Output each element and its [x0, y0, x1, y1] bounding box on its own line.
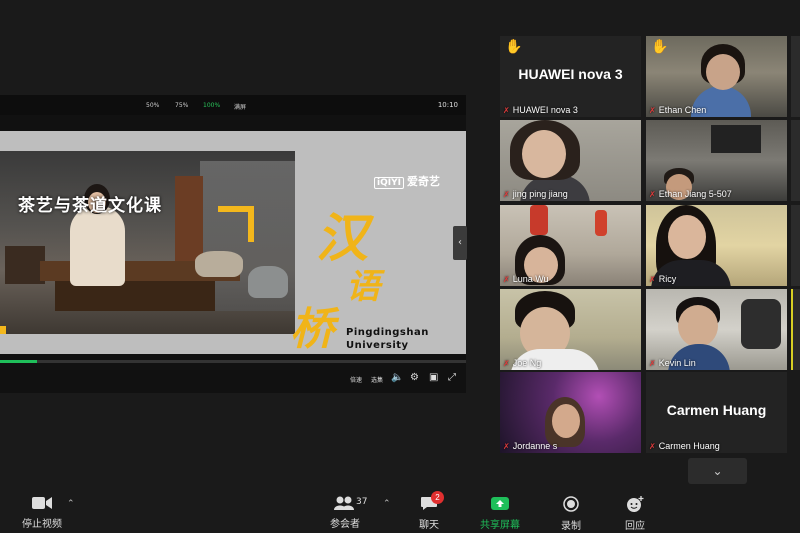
logo-text: 爱奇艺	[407, 175, 440, 188]
speed-option-100[interactable]: 100%	[203, 102, 220, 109]
participant-name: HUAWEI nova 3	[512, 105, 578, 115]
chat-label: 聊天	[419, 520, 439, 531]
participant-display-name: Carmen Huang	[666, 402, 767, 418]
participant-name: jing ping jiang	[512, 189, 568, 199]
participant-tile-edge	[791, 205, 800, 286]
yellow-bracket-decoration	[0, 326, 36, 334]
participant-tile[interactable]: ✗ Kevin Lin	[646, 289, 787, 370]
progress-fill	[0, 360, 38, 363]
player-controls: 倍速 选集 🔈 ⚙ ▣ ⤢	[0, 371, 466, 389]
participant-tile[interactable]: ✗ Ethan Jiang 5-507	[646, 120, 787, 201]
fullscreen-option[interactable]: 满屏	[234, 102, 246, 111]
participant-name: Ethan Chen	[658, 105, 707, 115]
muted-mic-icon: ✗	[503, 442, 510, 451]
muted-mic-icon: ✗	[503, 190, 510, 199]
reactions-button[interactable]: 回应	[620, 496, 650, 532]
participant-name: Jordanne s	[512, 441, 558, 451]
participants-count: 37	[356, 497, 368, 507]
participant-tile[interactable]: ✋ ✗ Ethan Chen	[646, 36, 787, 117]
raised-hand-icon: ✋	[505, 39, 523, 55]
tea-ceremony-photo: 茶艺与茶道文化课	[0, 151, 295, 334]
muted-mic-icon: ✗	[649, 190, 656, 199]
share-screen-label: 共享屏幕	[480, 520, 520, 531]
stop-video-label: 停止视频	[22, 519, 62, 530]
speed-option-50[interactable]: 50%	[146, 102, 159, 109]
speed-option-75[interactable]: 75%	[175, 102, 188, 109]
record-label: 录制	[561, 521, 581, 532]
video-frame: 茶艺与茶道文化课 iQIYI 爱奇艺 汉 语 桥 Pingdingshan Uni…	[0, 131, 466, 354]
participants-options-chevron-icon[interactable]: ⌃	[383, 499, 391, 509]
participant-tile[interactable]: Carmen Huang ✗ Carmen Huang	[646, 372, 787, 453]
player-top-bar: 50% 75% 100% 满屏 10:10	[0, 95, 466, 115]
muted-mic-icon: ✗	[503, 359, 510, 368]
logo-mark: iQIYI	[374, 177, 404, 189]
participant-tile-edge	[791, 120, 800, 201]
progress-bar[interactable]	[0, 360, 466, 363]
chat-unread-badge: 2	[431, 491, 444, 504]
participant-name: Joe Ng	[512, 358, 542, 368]
scroll-down-chevron-icon[interactable]: ⌄	[688, 458, 747, 484]
participant-tile[interactable]: ✗ Joe Ng	[500, 289, 641, 370]
calligraphy-char: 桥	[290, 304, 334, 354]
muted-mic-icon: ✗	[503, 106, 510, 115]
shared-screen-video[interactable]: 50% 75% 100% 满屏 10:10 茶艺与茶道文化课 iQIYI 爱奇艺 …	[0, 95, 466, 393]
participant-tile[interactable]: ✗ Jordanne s	[500, 372, 641, 453]
yellow-bracket-decoration	[218, 206, 254, 242]
muted-mic-icon: ✗	[503, 275, 510, 284]
clock-readout: 10:10	[437, 101, 458, 109]
volume-icon[interactable]: 🔈	[391, 372, 403, 383]
fullscreen-icon[interactable]: ⤢	[448, 372, 456, 383]
episodes-button[interactable]: 选集	[371, 375, 383, 384]
participant-tile[interactable]: ✗ Ricy	[646, 205, 787, 286]
record-button[interactable]: 录制	[556, 496, 586, 532]
participant-name: Ricy	[658, 274, 677, 284]
calligraphy-char: 语	[346, 267, 380, 307]
participant-display-name: HUAWEI nova 3	[518, 66, 623, 82]
participant-name: Kevin Lin	[658, 358, 696, 368]
reactions-label: 回应	[625, 521, 645, 532]
participant-name: Carmen Huang	[658, 441, 720, 451]
participant-tile[interactable]: ✋ HUAWEI nova 3 ✗ HUAWEI nova 3	[500, 36, 641, 117]
picture-in-picture-icon[interactable]: ▣	[429, 372, 438, 383]
video-options-chevron-icon[interactable]: ⌃	[67, 499, 75, 509]
speed-button[interactable]: 倍速	[350, 375, 362, 384]
participant-tile[interactable]: ✗ jing ping jiang	[500, 120, 641, 201]
active-speaker-tile-edge	[791, 289, 800, 370]
participants-label: 参会者	[330, 519, 360, 530]
muted-mic-icon: ✗	[649, 442, 656, 451]
record-icon	[563, 496, 579, 512]
muted-mic-icon: ✗	[649, 275, 656, 284]
muted-mic-icon: ✗	[649, 359, 656, 368]
share-screen-icon	[491, 497, 509, 510]
university-name: Pingdingshan University	[346, 327, 429, 351]
stop-video-button[interactable]: 停止视频	[18, 496, 66, 530]
muted-mic-icon: ✗	[649, 106, 656, 115]
settings-icon[interactable]: ⚙	[410, 372, 419, 383]
add-reaction-icon	[627, 496, 644, 512]
participants-icon	[334, 496, 354, 510]
video-camera-icon	[32, 497, 52, 509]
participant-tile-edge	[791, 36, 800, 117]
share-screen-button[interactable]: 共享屏幕	[475, 496, 525, 531]
course-title: 茶艺与茶道文化课	[18, 196, 162, 216]
iqiyi-logo: iQIYI 爱奇艺	[374, 173, 440, 189]
participant-name: Luna Wu	[512, 274, 549, 284]
collapse-handle-icon[interactable]: ‹	[453, 226, 467, 260]
raised-hand-icon: ✋	[651, 39, 669, 55]
participant-name: Ethan Jiang 5-507	[658, 189, 732, 199]
participant-tile[interactable]: ✗ Luna Wu	[500, 205, 641, 286]
